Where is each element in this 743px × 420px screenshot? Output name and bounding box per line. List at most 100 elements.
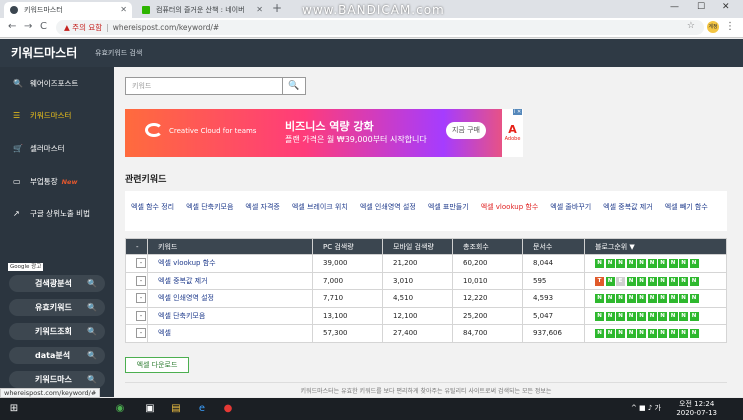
related-keyword-link[interactable]: 엑셀 브레이크 위치 <box>292 199 348 215</box>
excel-download-button[interactable]: 엑셀 다운로드 <box>125 357 189 373</box>
rank-badge[interactable]: N <box>668 311 678 321</box>
rank-badge[interactable]: N <box>605 294 615 304</box>
rank-badge[interactable]: N <box>679 276 688 286</box>
rank-badge[interactable]: N <box>658 311 667 321</box>
rank-badge[interactable]: N <box>616 294 625 304</box>
ad-pill-keyword-lookup[interactable]: 키워드조회 🔍 <box>9 323 105 340</box>
sidebar-item-whereispost[interactable]: 🔍 웨어이즈포스트 <box>0 75 114 93</box>
rank-badge[interactable]: N <box>637 276 646 286</box>
security-warning[interactable]: 주의 요함 <box>72 23 102 32</box>
rank-badge[interactable]: N <box>616 329 625 339</box>
minimize-button[interactable]: — <box>670 2 679 12</box>
close-window-button[interactable]: ✕ <box>722 2 730 12</box>
rank-badge[interactable]: N <box>637 294 646 304</box>
ad-pill-data-analysis[interactable]: data분석 🔍 <box>9 347 105 364</box>
system-tray[interactable]: ^ ■ ♪ 가 <box>631 403 661 413</box>
back-button[interactable]: ← <box>8 21 16 32</box>
cell-keyword[interactable]: 엑셀 vlookup 함수 <box>147 254 313 273</box>
sidebar-item-google-seo[interactable]: ↗ 구글 상위노출 비법 <box>0 205 114 223</box>
rank-badge[interactable]: N <box>679 294 688 304</box>
related-keyword-link[interactable]: 엑셀 단축키모음 <box>186 199 233 215</box>
url-field[interactable]: ▲ 주의 요함 | whereispost.com/keyword/# <box>56 20 704 35</box>
related-keyword-link[interactable]: 엑셀 줄바꾸기 <box>550 199 591 215</box>
rank-badge[interactable]: N <box>679 259 688 269</box>
rank-badge[interactable]: N <box>605 311 615 321</box>
cell-keyword[interactable]: 엑셀 단축키모음 <box>147 306 313 325</box>
new-tab-button[interactable]: + <box>272 1 282 15</box>
col-docs[interactable]: 문서수 <box>522 238 585 255</box>
tab-keywordmaster[interactable]: 키워드마스터 ✕ <box>4 2 132 18</box>
rank-badge[interactable]: N <box>647 294 657 304</box>
ie-icon[interactable]: e <box>194 401 210 417</box>
rank-badge[interactable]: N <box>679 311 688 321</box>
browser-menu-icon[interactable]: ⋮ <box>725 21 735 32</box>
rank-badge[interactable]: N <box>658 276 667 286</box>
ad-pill-search-analysis[interactable]: 검색광분석 🔍 <box>9 275 105 292</box>
site-brand[interactable]: 키워드마스터 <box>11 44 77 61</box>
ad-pill-keyword-master[interactable]: 키워드마스 🔍 <box>9 371 105 388</box>
profile-avatar[interactable]: 계정 <box>707 21 719 33</box>
cell-keyword[interactable]: 엑셀 중복값 제거 <box>147 271 313 290</box>
rank-badge[interactable]: N <box>595 294 604 304</box>
col-total[interactable]: 총조회수 <box>452 238 523 255</box>
rank-badge[interactable]: N <box>595 311 604 321</box>
folder-icon[interactable]: ▤ <box>168 401 184 417</box>
google-ad-label[interactable]: Google 광고 <box>8 263 44 271</box>
cell-keyword[interactable]: 엑셀 <box>147 324 313 343</box>
rank-badge[interactable]: N <box>637 311 646 321</box>
maximize-button[interactable]: ☐ <box>697 2 705 12</box>
bookmark-star-icon[interactable]: ☆ <box>687 21 695 31</box>
forward-button[interactable]: → <box>24 21 32 32</box>
rank-badge[interactable]: N <box>647 311 657 321</box>
rank-badge[interactable]: N <box>689 276 699 286</box>
rank-badge[interactable]: T <box>595 276 604 286</box>
ad-pill-valid-keyword[interactable]: 유효키워드 🔍 <box>9 299 105 316</box>
rank-badge[interactable]: N <box>668 276 678 286</box>
rank-badge[interactable]: N <box>616 259 625 269</box>
rank-badge[interactable]: N <box>689 259 699 269</box>
rank-badge[interactable]: N <box>658 294 667 304</box>
rank-badge[interactable]: N <box>658 259 667 269</box>
rank-badge[interactable]: N <box>616 311 625 321</box>
monitor-icon[interactable]: ▣ <box>142 401 158 417</box>
ad-choices-icon[interactable]: i ✕ <box>513 109 523 115</box>
sidebar-item-sellermaster[interactable]: 🛒 셀러마스터 <box>0 140 114 158</box>
rank-badge[interactable]: N <box>689 311 699 321</box>
rank-badge[interactable]: N <box>637 329 646 339</box>
rank-badge[interactable]: N <box>658 329 667 339</box>
rank-badge[interactable]: N <box>689 329 699 339</box>
ad-banner[interactable]: Creative Cloud for teams 비즈니스 역량 강화 플랜 가… <box>125 109 523 157</box>
rank-badge[interactable]: E <box>616 276 625 286</box>
rank-badge[interactable]: N <box>595 259 604 269</box>
rank-badge[interactable]: N <box>637 259 646 269</box>
chrome-icon[interactable]: ◉ <box>112 401 128 417</box>
close-tab-icon[interactable]: ✕ <box>120 2 127 18</box>
rank-badge[interactable]: N <box>605 329 615 339</box>
rank-badge[interactable]: N <box>647 329 657 339</box>
keyword-search-input[interactable]: 키워드 <box>125 77 283 95</box>
rank-badge[interactable]: N <box>626 276 636 286</box>
rank-badge[interactable]: N <box>689 294 699 304</box>
related-keyword-link[interactable]: 엑셀 표만들기 <box>428 199 469 215</box>
rank-badge[interactable]: N <box>626 294 636 304</box>
col-pc-volume[interactable]: PC 검색량 <box>312 238 383 255</box>
row-toggle-button[interactable]: - <box>136 258 146 269</box>
row-toggle-button[interactable]: - <box>136 310 146 321</box>
rank-badge[interactable]: N <box>626 329 636 339</box>
ad-buy-button[interactable]: 지금 구매 <box>446 122 486 139</box>
col-mobile-volume[interactable]: 모바일 검색량 <box>382 238 453 255</box>
tab-naver[interactable]: 컴퓨터의 즐거운 산책 : 네이버 ✕ <box>136 2 268 18</box>
rank-badge[interactable]: N <box>605 259 615 269</box>
close-tab-icon[interactable]: ✕ <box>256 2 263 18</box>
col-keyword[interactable]: 키워드 <box>147 238 313 255</box>
search-button[interactable]: 🔍 <box>282 77 306 95</box>
sidebar-item-side-income[interactable]: ▭ 부업통장 New <box>0 173 114 191</box>
related-keyword-link[interactable]: 엑셀 vlookup 함수 <box>481 199 539 215</box>
cell-keyword[interactable]: 엑셀 인쇄영역 설정 <box>147 289 313 308</box>
record-icon[interactable]: ● <box>220 401 236 417</box>
row-toggle-button[interactable]: - <box>136 293 146 304</box>
col-blog-rank[interactable]: 블로그순위 ▼ <box>584 238 727 255</box>
rank-badge[interactable]: N <box>647 276 657 286</box>
related-keyword-link[interactable]: 엑셀 중복값 제거 <box>603 199 653 215</box>
row-toggle-button[interactable]: - <box>136 275 146 286</box>
